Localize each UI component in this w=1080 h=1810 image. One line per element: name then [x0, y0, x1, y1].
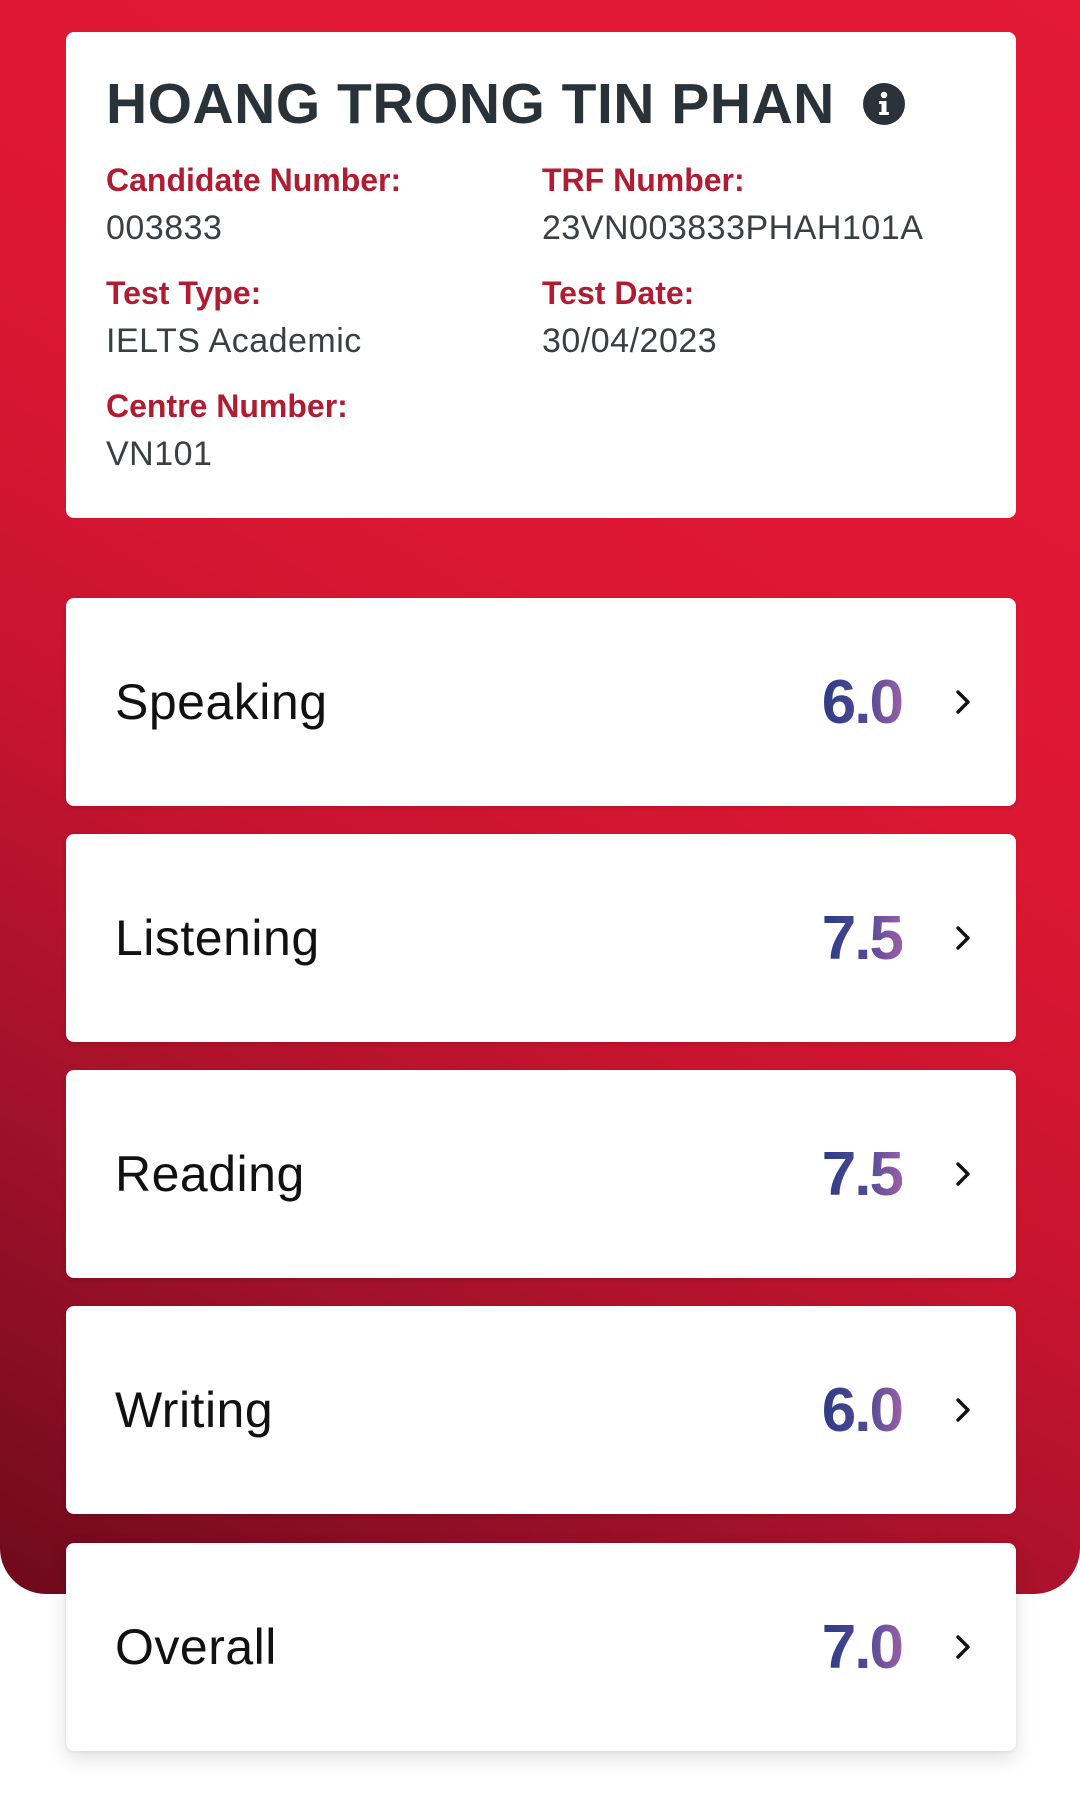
score-label-speaking: Speaking	[115, 674, 328, 730]
chevron-right-icon	[952, 926, 974, 950]
chevron-right-icon	[952, 690, 974, 714]
score-label-writing: Writing	[115, 1382, 274, 1438]
score-value-reading: 7.5	[821, 1139, 904, 1209]
score-card-listening[interactable]: Listening 7.5	[66, 834, 1016, 1042]
centre-number-field: Centre Number: VN101	[106, 386, 536, 474]
test-type-field: Test Type: IELTS Academic	[106, 273, 536, 361]
chevron-right-icon	[952, 1635, 974, 1659]
info-icon[interactable]	[862, 83, 905, 125]
score-value-listening: 7.5	[821, 903, 904, 973]
centre-number-value: VN101	[106, 435, 213, 473]
test-date-field: Test Date: 30/04/2023	[542, 273, 972, 361]
candidate-number-value: 003833	[106, 209, 223, 247]
score-label-overall: Overall	[115, 1619, 277, 1675]
candidate-name: HOANG TRONG TIN PHAN	[106, 72, 835, 136]
candidate-number-label: Candidate Number:	[106, 162, 402, 198]
test-date-label: Test Date:	[542, 275, 695, 311]
name-row: HOANG TRONG TIN PHAN	[106, 70, 974, 138]
trf-number-label: TRF Number:	[542, 162, 745, 198]
centre-number-label: Centre Number:	[106, 388, 348, 424]
score-card-reading[interactable]: Reading 7.5	[66, 1070, 1016, 1278]
test-date-value: 30/04/2023	[542, 322, 718, 360]
test-type-label: Test Type:	[106, 275, 262, 311]
chevron-right-icon	[952, 1398, 974, 1422]
score-card-speaking[interactable]: Speaking 6.0	[66, 598, 1016, 806]
candidate-profile-card: HOANG TRONG TIN PHAN Candidate Number: 0…	[66, 32, 1016, 518]
score-value-speaking: 6.0	[821, 667, 904, 737]
candidate-number-field: Candidate Number: 003833	[106, 160, 536, 248]
score-value-overall: 7.0	[821, 1612, 904, 1682]
score-label-listening: Listening	[115, 910, 320, 966]
chevron-right-icon	[952, 1162, 974, 1186]
score-label-reading: Reading	[115, 1146, 305, 1202]
test-type-value: IELTS Academic	[106, 322, 362, 360]
score-card-writing[interactable]: Writing 6.0	[66, 1306, 1016, 1514]
trf-number-value: 23VN003833PHAH101A	[542, 209, 924, 247]
score-value-writing: 6.0	[821, 1375, 904, 1445]
trf-number-field: TRF Number: 23VN003833PHAH101A	[542, 160, 972, 248]
score-card-overall[interactable]: Overall 7.0	[66, 1543, 1016, 1751]
